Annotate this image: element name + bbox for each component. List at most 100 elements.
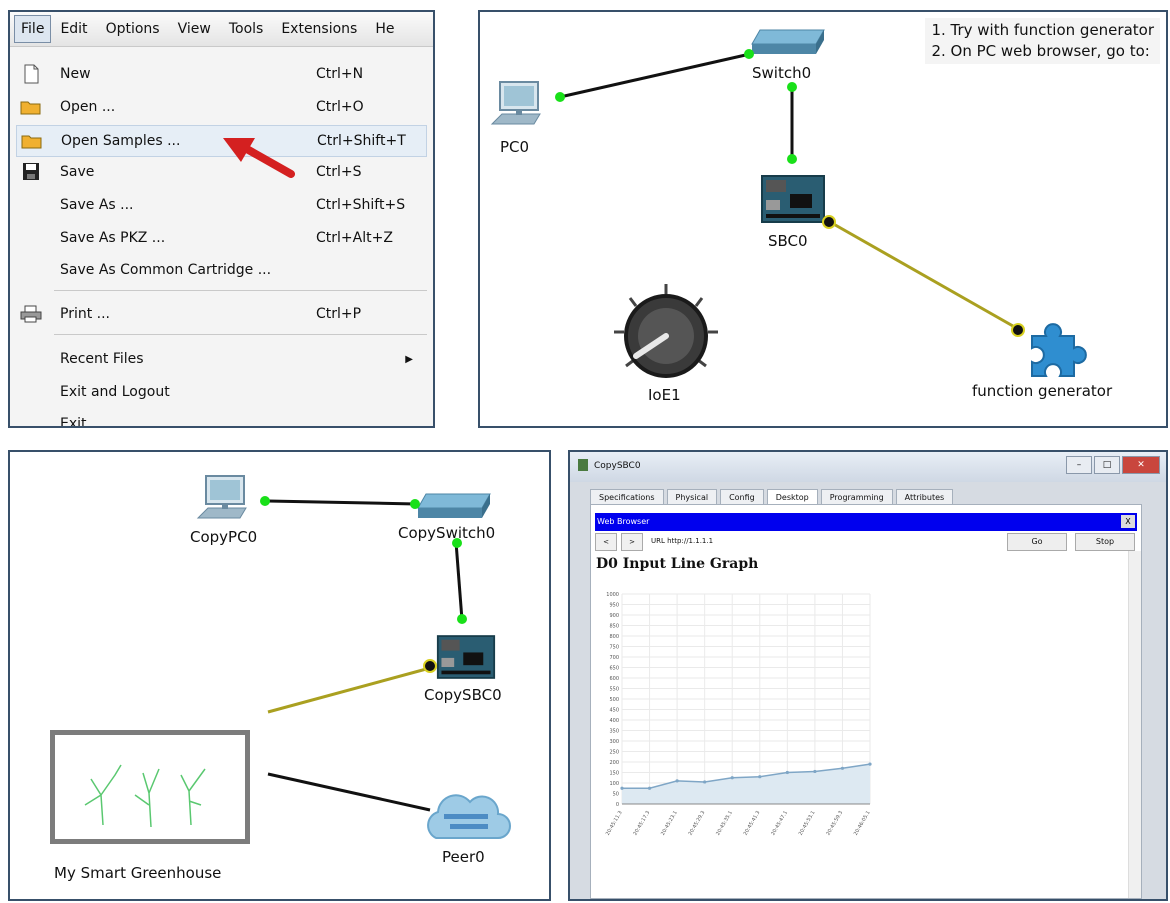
greenhouse-display[interactable] bbox=[50, 730, 250, 844]
x-tick-label: 20:45:47.1 bbox=[770, 810, 789, 837]
data-point bbox=[813, 769, 817, 774]
sbc-window-panel: CopySBC0 – □ ✕ Specifications Physical C… bbox=[568, 450, 1168, 901]
switch-icon[interactable] bbox=[750, 24, 826, 58]
exit-label: Exit bbox=[60, 416, 87, 428]
window-controls: – □ ✕ bbox=[1066, 456, 1160, 474]
y-tick-label: 500 bbox=[609, 697, 619, 703]
menu-item-save-common-cartridge[interactable]: Save As Common Cartridge ... bbox=[16, 255, 427, 285]
pc-icon[interactable] bbox=[490, 80, 546, 132]
plant-sketch-icon bbox=[84, 764, 206, 828]
menu-item-recent-files[interactable]: Recent Files ▶ bbox=[16, 344, 427, 374]
switch-icon[interactable] bbox=[416, 488, 492, 522]
new-file-icon bbox=[24, 64, 39, 84]
menu-tools[interactable]: Tools bbox=[220, 16, 273, 42]
recent-files-label: Recent Files bbox=[60, 351, 144, 367]
folder-icon bbox=[21, 135, 42, 149]
y-tick-label: 200 bbox=[609, 760, 619, 766]
menu-extensions[interactable]: Extensions bbox=[272, 16, 366, 42]
cable-end-icon bbox=[1011, 323, 1025, 337]
window-title: CopySBC0 bbox=[594, 461, 641, 471]
y-tick-label: 50 bbox=[613, 792, 619, 798]
stop-button[interactable]: Stop bbox=[1075, 533, 1135, 551]
potentiometer-knob-icon[interactable] bbox=[610, 280, 722, 392]
new-shortcut: Ctrl+N bbox=[316, 66, 364, 82]
menu-view[interactable]: View bbox=[169, 16, 220, 42]
greenhouse-label: My Smart Greenhouse bbox=[54, 864, 222, 882]
back-button[interactable]: < bbox=[595, 533, 617, 551]
pc-label: PC0 bbox=[500, 138, 530, 156]
menu-item-exit[interactable]: Exit bbox=[16, 409, 427, 428]
y-tick-label: 750 bbox=[609, 645, 619, 651]
y-tick-label: 950 bbox=[609, 603, 619, 609]
vertical-scrollbar[interactable] bbox=[1128, 551, 1141, 898]
menu-separator bbox=[54, 290, 427, 291]
cloud-icon[interactable] bbox=[420, 792, 512, 848]
open-shortcut: Ctrl+O bbox=[316, 99, 364, 115]
y-tick-label: 450 bbox=[609, 708, 619, 714]
menu-item-save-as[interactable]: Save As ... Ctrl+Shift+S bbox=[16, 190, 427, 220]
data-point bbox=[868, 762, 872, 766]
browser-navbar: < > URL http://1.1.1.1 Go Stop bbox=[595, 533, 1137, 551]
save-as-shortcut: Ctrl+Shift+S bbox=[316, 197, 406, 213]
x-tick-label: 20:45:11.3 bbox=[605, 810, 624, 837]
copy-pc-label: CopyPC0 bbox=[190, 528, 258, 546]
file-menu-panel: File Edit Options View Tools Extensions … bbox=[8, 10, 435, 428]
switch-label: Switch0 bbox=[752, 64, 812, 82]
exit-logout-label: Exit and Logout bbox=[60, 384, 170, 400]
x-tick-label: 20:45:59.3 bbox=[825, 810, 844, 837]
menu-item-print[interactable]: Print ... Ctrl+P bbox=[16, 299, 427, 329]
y-tick-label: 600 bbox=[609, 676, 619, 682]
close-button[interactable]: ✕ bbox=[1122, 456, 1160, 474]
submenu-arrow-icon: ▶ bbox=[405, 353, 413, 365]
y-tick-label: 550 bbox=[609, 687, 619, 693]
y-tick-label: 850 bbox=[609, 624, 619, 630]
data-point bbox=[647, 786, 652, 790]
file-dropdown: New Ctrl+N Open ... Ctrl+O Open Samples … bbox=[10, 47, 433, 426]
menu-edit[interactable]: Edit bbox=[51, 16, 96, 42]
folder-icon bbox=[20, 101, 41, 115]
link-port-dot bbox=[787, 82, 797, 92]
forward-button[interactable]: > bbox=[621, 533, 643, 551]
cable-end-icon bbox=[423, 659, 437, 673]
x-tick-label: 20:46:05.1 bbox=[853, 810, 872, 837]
line-graph: 1000950900850800750700650600550500450400… bbox=[605, 592, 872, 837]
print-shortcut: Ctrl+P bbox=[316, 306, 362, 322]
y-tick-label: 250 bbox=[609, 750, 619, 756]
window-titlebar: CopySBC0 – □ ✕ bbox=[570, 452, 1166, 482]
menu-item-new[interactable]: New Ctrl+N bbox=[16, 59, 427, 89]
go-button[interactable]: Go bbox=[1007, 533, 1067, 551]
link-port-dot bbox=[410, 499, 420, 509]
browser-close-button[interactable]: X bbox=[1121, 515, 1135, 528]
menu-help[interactable]: He bbox=[366, 16, 403, 42]
data-point bbox=[785, 770, 789, 775]
menu-file[interactable]: File bbox=[14, 15, 52, 43]
menu-item-open[interactable]: Open ... Ctrl+O bbox=[16, 92, 427, 122]
data-point bbox=[703, 780, 707, 784]
minimize-button[interactable]: – bbox=[1066, 456, 1092, 474]
url-field[interactable]: URL http://1.1.1.1 bbox=[651, 537, 713, 545]
pc-icon[interactable] bbox=[196, 474, 252, 526]
save-as-pkz-label: Save As PKZ ... bbox=[60, 230, 166, 246]
link-port-dot bbox=[457, 614, 467, 624]
x-tick-label: 20:45:23.1 bbox=[660, 810, 679, 837]
menu-options[interactable]: Options bbox=[97, 16, 169, 42]
link-port-dot bbox=[744, 49, 754, 59]
new-label: New bbox=[60, 66, 91, 82]
save-as-pkz-shortcut: Ctrl+Alt+Z bbox=[316, 230, 393, 246]
floppy-disk-icon bbox=[23, 163, 39, 180]
menu-item-save-as-pkz[interactable]: Save As PKZ ... Ctrl+Alt+Z bbox=[16, 223, 427, 253]
y-tick-label: 650 bbox=[609, 666, 619, 672]
maximize-button[interactable]: □ bbox=[1094, 456, 1120, 474]
y-tick-label: 100 bbox=[609, 781, 619, 787]
puzzle-piece-icon[interactable] bbox=[1026, 320, 1088, 380]
data-point bbox=[758, 775, 762, 779]
data-point bbox=[840, 766, 845, 770]
y-tick-label: 300 bbox=[609, 739, 619, 745]
menu-separator bbox=[54, 334, 427, 335]
menu-item-exit-logout[interactable]: Exit and Logout bbox=[16, 377, 427, 407]
peer-label: Peer0 bbox=[442, 848, 485, 866]
save-as-label: Save As ... bbox=[60, 197, 134, 213]
save-cartridge-label: Save As Common Cartridge ... bbox=[60, 262, 272, 278]
sbc-board-icon[interactable] bbox=[436, 634, 496, 680]
sbc-board-icon[interactable] bbox=[760, 174, 826, 224]
